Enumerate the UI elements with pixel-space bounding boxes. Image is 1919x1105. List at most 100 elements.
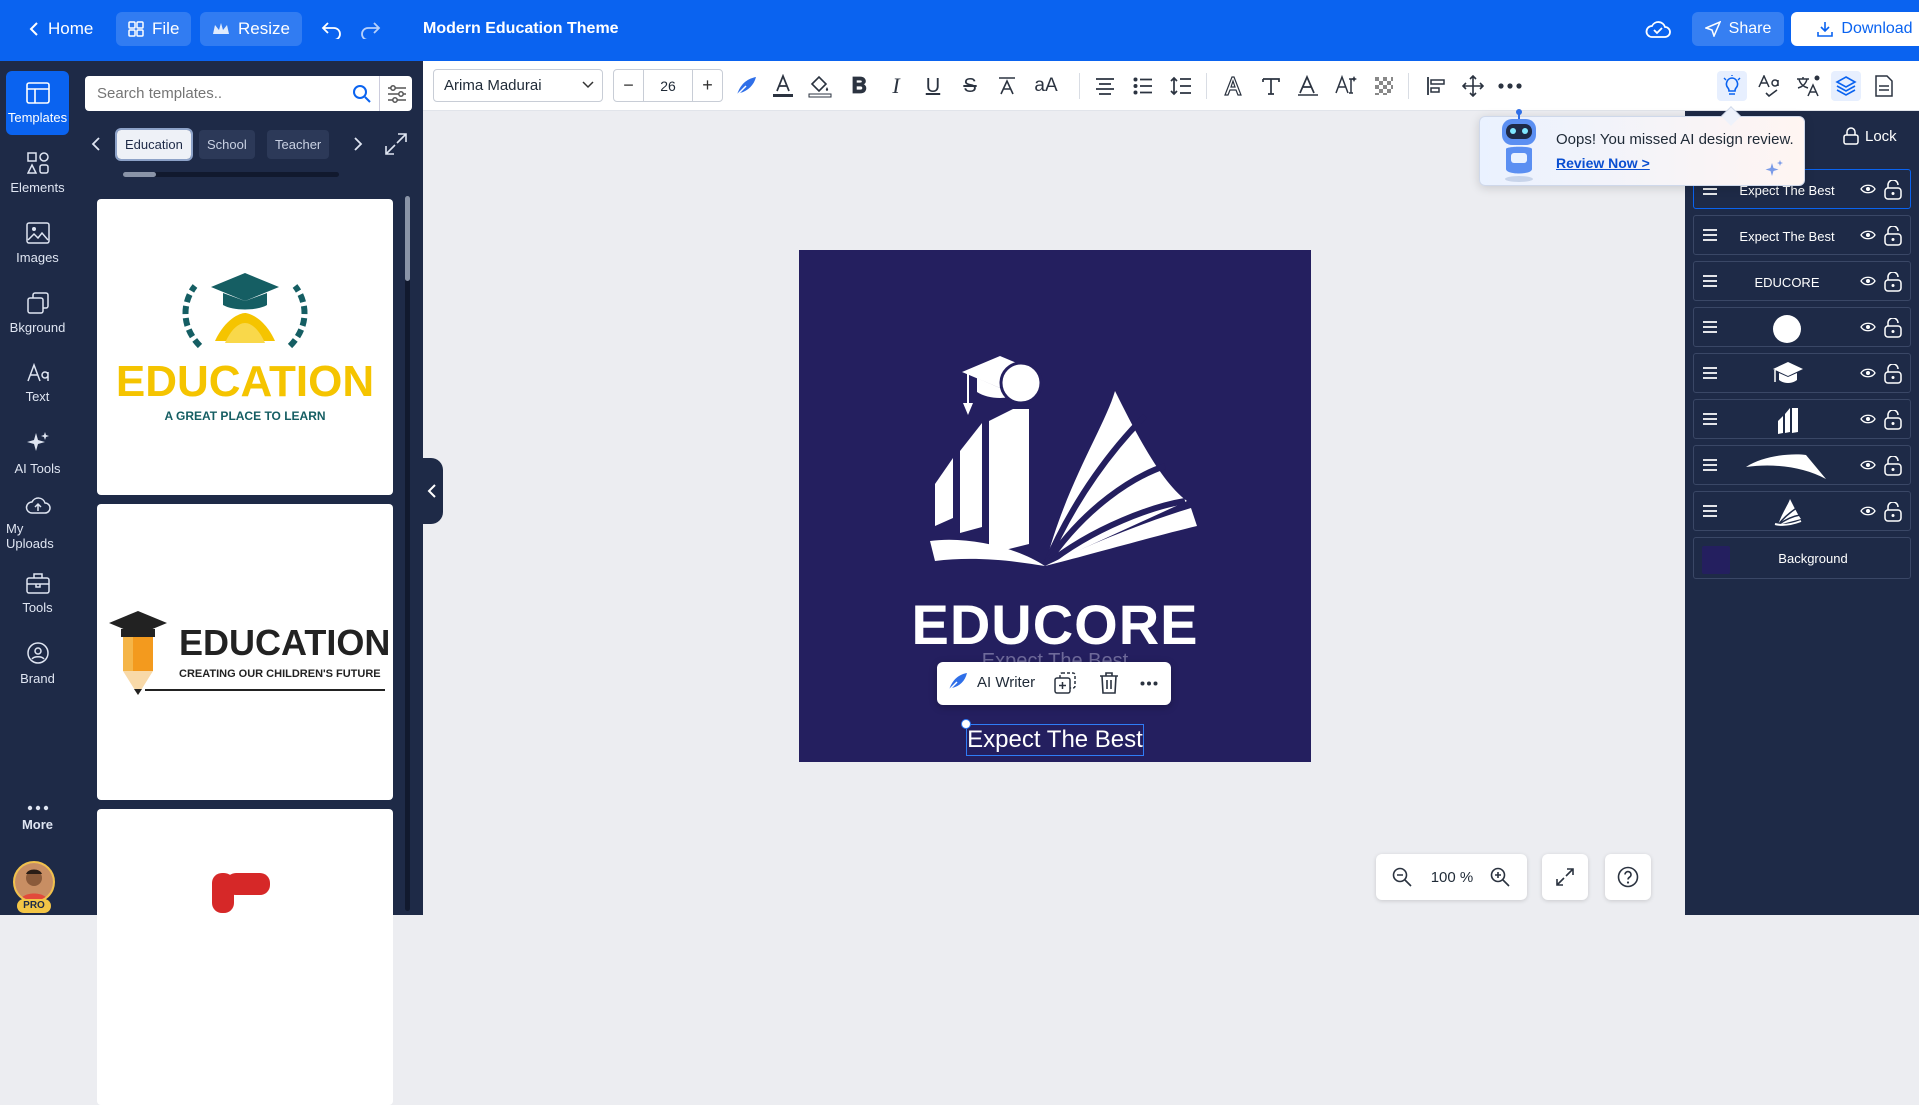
strikethrough-button[interactable]: S — [955, 71, 985, 101]
unlock-icon[interactable] — [1884, 364, 1902, 384]
nav-text[interactable]: Text — [6, 351, 69, 415]
text-color-button[interactable] — [768, 71, 798, 101]
transparency-button[interactable] — [1369, 71, 1399, 101]
zoom-in-icon[interactable] — [1490, 867, 1510, 887]
cloud-saved-icon[interactable] — [1644, 18, 1672, 40]
filter-sliders-icon[interactable] — [386, 83, 408, 105]
eye-icon[interactable] — [1860, 183, 1876, 195]
avatar[interactable] — [13, 861, 55, 903]
chip-teacher[interactable]: Teacher — [267, 130, 330, 159]
drag-handle-icon[interactable] — [1703, 505, 1717, 517]
font-size-value[interactable]: 26 — [644, 70, 692, 101]
position-button[interactable] — [1421, 71, 1451, 101]
bullet-list-button[interactable] — [1128, 71, 1158, 101]
layer-row[interactable] — [1693, 445, 1911, 485]
drag-handle-icon[interactable] — [1703, 367, 1717, 379]
template-card[interactable]: EDUCATION CREATING OUR CHILDREN'S FUTURE — [97, 504, 393, 800]
template-card[interactable] — [97, 809, 393, 1105]
search-input[interactable] — [85, 76, 347, 111]
selected-text-box[interactable]: Expect The Best — [966, 724, 1144, 756]
drag-handle-icon[interactable] — [1703, 459, 1717, 471]
unlock-icon[interactable] — [1884, 226, 1902, 246]
download-button[interactable]: Download — [1791, 12, 1919, 46]
ai-writer-button[interactable]: AI Writer — [947, 672, 1035, 692]
ai-write-button[interactable] — [731, 71, 761, 101]
templates-scrollbar[interactable] — [405, 196, 410, 911]
collapse-panel-button[interactable] — [423, 458, 443, 524]
drag-handle-icon[interactable] — [1703, 229, 1717, 241]
resize-button[interactable]: Resize — [200, 12, 302, 46]
home-button[interactable]: Home — [16, 12, 105, 46]
eye-icon[interactable] — [1860, 275, 1876, 287]
chip-school[interactable]: School — [199, 130, 255, 159]
layer-row[interactable] — [1693, 353, 1911, 393]
unlock-icon[interactable] — [1884, 272, 1902, 292]
eye-icon[interactable] — [1860, 321, 1876, 333]
layer-row[interactable]: EDUCORE — [1693, 261, 1911, 301]
text-case-button[interactable]: aA — [1029, 71, 1063, 101]
align-center-button[interactable] — [1090, 71, 1120, 101]
layer-row[interactable] — [1693, 399, 1911, 439]
font-size-decrease-button[interactable]: − — [614, 70, 644, 101]
layer-row[interactable]: Expect The Best — [1693, 215, 1911, 255]
chip-scrollbar[interactable] — [123, 172, 339, 177]
eye-icon[interactable] — [1860, 367, 1876, 379]
share-button[interactable]: Share — [1692, 12, 1784, 46]
nav-tools[interactable]: Tools — [6, 561, 69, 625]
translate-button[interactable] — [1793, 71, 1823, 101]
redo-button[interactable] — [346, 12, 394, 46]
eye-icon[interactable] — [1860, 505, 1876, 517]
unlock-icon[interactable] — [1884, 180, 1902, 200]
nav-more[interactable]: More — [6, 786, 69, 850]
unlock-icon[interactable] — [1884, 456, 1902, 476]
text-outline-button[interactable] — [1218, 71, 1248, 101]
layer-row-background[interactable]: Background — [1693, 537, 1911, 579]
unlock-icon[interactable] — [1884, 318, 1902, 338]
nav-ai-tools[interactable]: AI Tools — [6, 421, 69, 485]
overline-button[interactable] — [992, 71, 1022, 101]
expand-icon[interactable] — [384, 132, 408, 156]
nav-elements[interactable]: Elements — [6, 141, 69, 205]
ai-text-button[interactable] — [1331, 71, 1361, 101]
rotate-handle[interactable] — [961, 719, 971, 729]
spell-check-button[interactable] — [1755, 71, 1785, 101]
unlock-icon[interactable] — [1884, 502, 1902, 522]
nav-brand[interactable]: Brand — [6, 631, 69, 695]
chevron-left-icon[interactable] — [90, 136, 102, 152]
nav-images[interactable]: Images — [6, 211, 69, 275]
help-button[interactable] — [1605, 854, 1651, 900]
trash-icon[interactable] — [1099, 672, 1119, 694]
nav-background[interactable]: Bkground — [6, 281, 69, 345]
ai-review-button[interactable] — [1717, 71, 1747, 101]
nav-templates[interactable]: Templates — [6, 71, 69, 135]
text-effects-button[interactable] — [1293, 71, 1323, 101]
fullscreen-button[interactable] — [1542, 854, 1588, 900]
font-family-select[interactable]: Arima Madurai — [433, 69, 603, 102]
duplicate-icon[interactable] — [1054, 672, 1076, 694]
layer-row[interactable] — [1693, 491, 1911, 531]
search-icon[interactable] — [352, 84, 372, 104]
design-canvas[interactable]: EDUCORE Expect The Best AI Writer Expect… — [799, 250, 1311, 762]
eye-icon[interactable] — [1860, 229, 1876, 241]
eye-icon[interactable] — [1860, 413, 1876, 425]
nav-my-uploads[interactable]: My Uploads — [6, 491, 69, 555]
brand-heading[interactable]: EDUCORE — [799, 592, 1311, 657]
chevron-right-icon[interactable] — [352, 136, 364, 152]
unlock-icon[interactable] — [1884, 410, 1902, 430]
notes-button[interactable] — [1869, 71, 1899, 101]
underline-button[interactable]: U — [918, 71, 948, 101]
document-title[interactable]: Modern Education Theme — [423, 20, 619, 38]
lock-all-button[interactable]: Lock — [1843, 127, 1897, 145]
template-card[interactable]: EDUCATION A GREAT PLACE TO LEARN — [97, 199, 393, 495]
drag-handle-icon[interactable] — [1703, 275, 1717, 287]
layers-button[interactable] — [1831, 71, 1861, 101]
text-style-button[interactable] — [1256, 71, 1286, 101]
more-options-button[interactable] — [1495, 71, 1525, 101]
drag-handle-icon[interactable] — [1703, 321, 1717, 333]
font-size-increase-button[interactable]: + — [692, 70, 722, 101]
layer-row[interactable] — [1693, 307, 1911, 347]
zoom-out-icon[interactable] — [1392, 867, 1412, 887]
file-button[interactable]: File — [116, 12, 192, 46]
review-now-link[interactable]: Review Now > — [1556, 155, 1650, 171]
bold-button[interactable]: 𝐁 — [844, 71, 874, 101]
